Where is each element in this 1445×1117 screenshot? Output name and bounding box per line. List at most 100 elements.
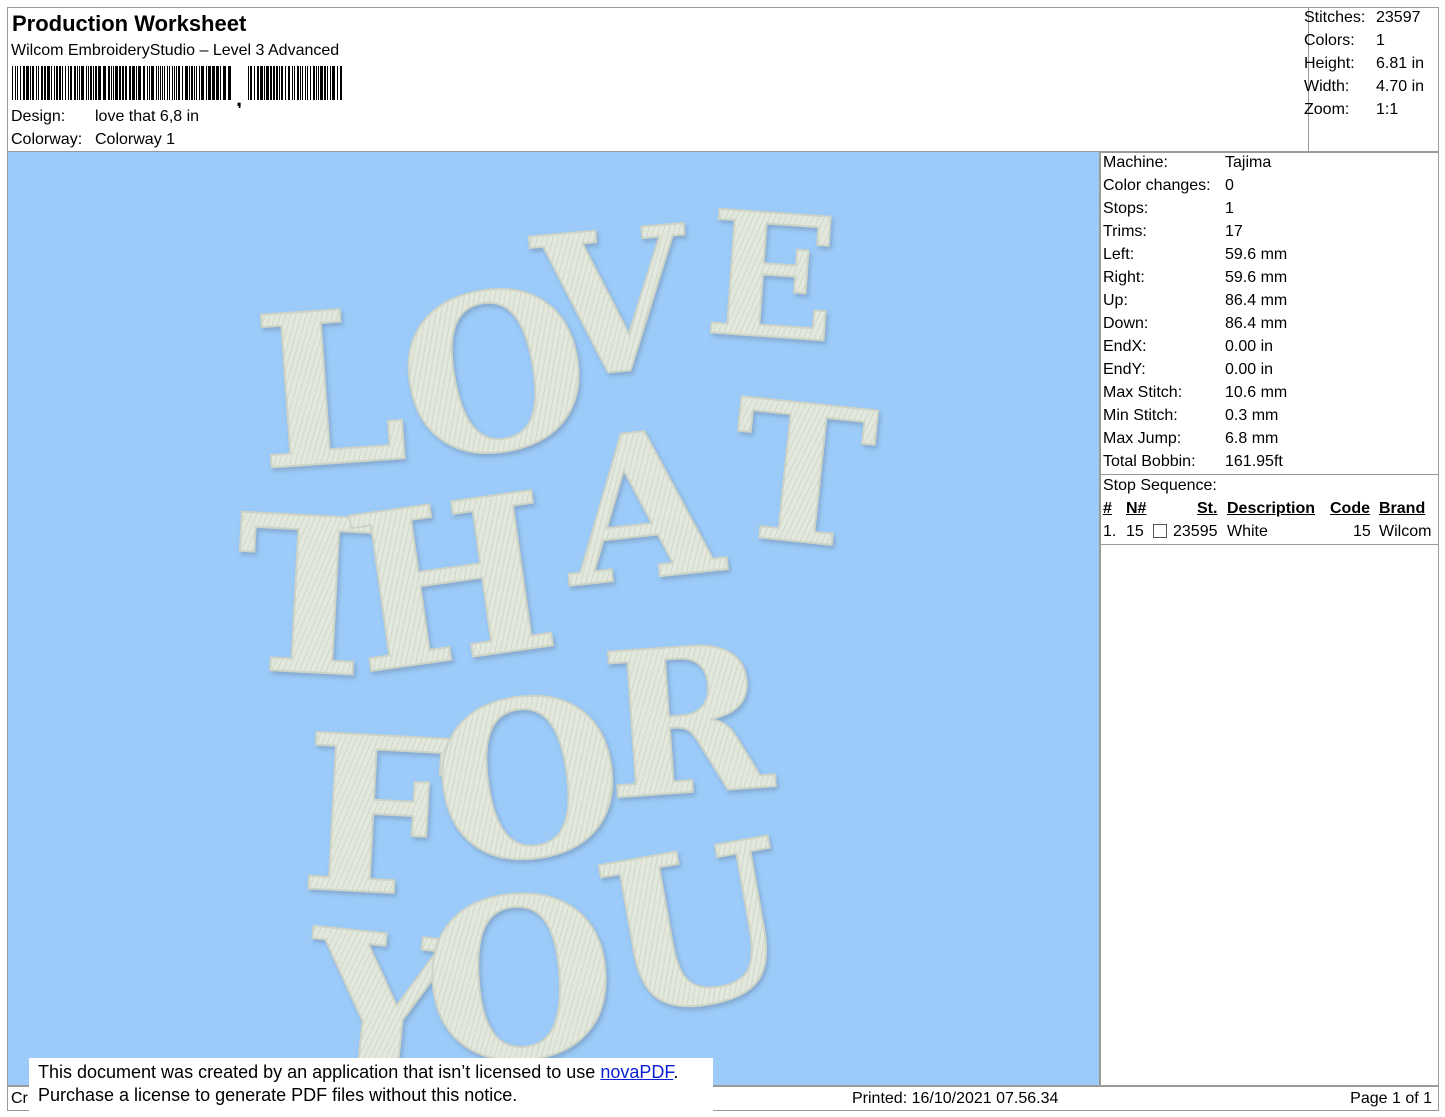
barcode-bar <box>297 66 299 100</box>
barcode-bar <box>68 66 69 100</box>
barcode-bar <box>281 66 283 100</box>
barcode-bar <box>56 66 58 100</box>
machine-stat-label: Machine: <box>1103 154 1168 171</box>
barcode-bar <box>257 66 259 100</box>
colorway-label: Colorway: <box>11 131 83 148</box>
barcode-bar <box>93 66 94 100</box>
stat-value: 23597 <box>1376 9 1421 26</box>
barcode-bar <box>260 66 263 100</box>
barcode-bar <box>208 66 211 100</box>
notice-line-2: Purchase a license to generate PDF files… <box>38 1085 518 1105</box>
software-name: Wilcom EmbroideryStudio – Level 3 Advanc… <box>11 42 340 59</box>
barcode-bar <box>143 66 145 100</box>
barcode-bar <box>266 66 269 100</box>
barcode-bar <box>220 66 221 100</box>
barcode-bar <box>70 66 72 100</box>
design-letter-a: A <box>550 383 734 633</box>
barcode-bar <box>327 66 328 100</box>
barcode-bar <box>294 66 295 100</box>
design-letter-t2: T <box>720 357 884 594</box>
barcode-bar <box>201 66 204 100</box>
machine-stat-label: Stops: <box>1103 200 1149 217</box>
barcode-bar <box>79 66 80 100</box>
machine-stat-value: 59.6 mm <box>1225 246 1288 263</box>
print-timestamp: Printed: 16/10/2021 07.56.34 <box>852 1090 1059 1107</box>
license-notice: This document was created by an applicat… <box>29 1058 713 1112</box>
machine-stat-value: 10.6 mm <box>1225 384 1288 401</box>
novapdf-link[interactable]: novaPDF <box>600 1062 673 1082</box>
design-letter-e: E <box>700 173 843 382</box>
stat-value: 6.81 in <box>1376 55 1425 72</box>
barcode-bar <box>44 66 46 100</box>
barcode-bar <box>169 66 170 100</box>
barcode-bar <box>30 66 31 100</box>
barcode-bar <box>167 66 168 100</box>
barcode-bar <box>212 66 215 100</box>
barcode-bar <box>32 66 34 100</box>
machine-stat-label: Total Bobbin: <box>1103 453 1196 470</box>
barcode-bar <box>313 66 315 100</box>
machine-stat-label: Left: <box>1103 246 1135 263</box>
barcode-bar <box>98 66 101 100</box>
colorway-name: Colorway 1 <box>95 131 176 148</box>
barcode-bar <box>86 66 87 100</box>
col-header-stitches: St. <box>1197 500 1218 517</box>
barcode-bar <box>318 66 319 100</box>
machine-stat-value: 161.95ft <box>1225 453 1283 470</box>
row-brand: Wilcom <box>1379 523 1432 540</box>
barcode-bar <box>206 66 207 100</box>
barcode-bar <box>199 66 200 100</box>
stat-value: 4.70 in <box>1376 78 1425 95</box>
row-description: White <box>1227 523 1268 540</box>
machine-stat-label: Max Stitch: <box>1103 384 1183 401</box>
barcode-bar <box>95 66 97 100</box>
barcode-bar <box>162 66 163 100</box>
notice-line-1: This document was created by an applicat… <box>38 1061 713 1084</box>
stat-value: 1:1 <box>1376 101 1399 118</box>
col-header-code: Code <box>1330 500 1370 517</box>
barcode-bar <box>182 66 183 100</box>
barcode-bar <box>216 66 219 100</box>
barcode-bar <box>54 66 55 100</box>
barcode-bar <box>285 66 286 100</box>
stat-label: Colors: <box>1304 32 1355 49</box>
stat-label: Height: <box>1304 55 1355 72</box>
barcode-bar <box>115 66 118 100</box>
barcode-bar <box>310 66 311 100</box>
barcode-bar <box>132 66 135 100</box>
col-header-description: Description <box>1227 500 1316 517</box>
barcode-bar <box>138 66 141 100</box>
machine-stat-value: 17 <box>1225 223 1243 240</box>
barcode-bar <box>151 66 154 100</box>
barcode-bar <box>300 66 301 100</box>
barcode-bar <box>51 66 52 100</box>
barcode-bar <box>119 66 121 100</box>
barcode-bar <box>47 66 50 100</box>
design-label: Design: <box>11 108 66 125</box>
barcode-bar <box>160 66 161 100</box>
machine-stat-value: 0 <box>1225 177 1234 194</box>
barcode-bar <box>194 66 195 100</box>
machine-stat-label: Min Stitch: <box>1103 407 1178 424</box>
barcode-bar <box>62 66 63 100</box>
barcode-bar <box>316 66 317 100</box>
machine-stat-label: Max Jump: <box>1103 430 1182 447</box>
barcode-bar <box>254 66 255 100</box>
barcode-bar <box>270 66 272 100</box>
row-index: 1. <box>1103 523 1117 540</box>
color-swatch <box>1153 524 1167 538</box>
row-needle: 15 <box>1126 523 1144 540</box>
col-header-needle: N# <box>1126 500 1147 517</box>
barcode-bar <box>81 66 84 100</box>
barcode-bar <box>15 66 16 100</box>
barcode-bar <box>288 66 290 100</box>
col-header-index: # <box>1103 500 1112 517</box>
stat-label: Stitches: <box>1304 9 1366 26</box>
barcode-bar <box>279 66 280 100</box>
stat-label: Width: <box>1304 78 1350 95</box>
barcode-bar <box>292 66 293 100</box>
barcode-bar <box>250 66 252 100</box>
barcode-bar <box>172 66 173 100</box>
barcode-bar <box>41 66 43 100</box>
stat-value: 1 <box>1376 32 1385 49</box>
